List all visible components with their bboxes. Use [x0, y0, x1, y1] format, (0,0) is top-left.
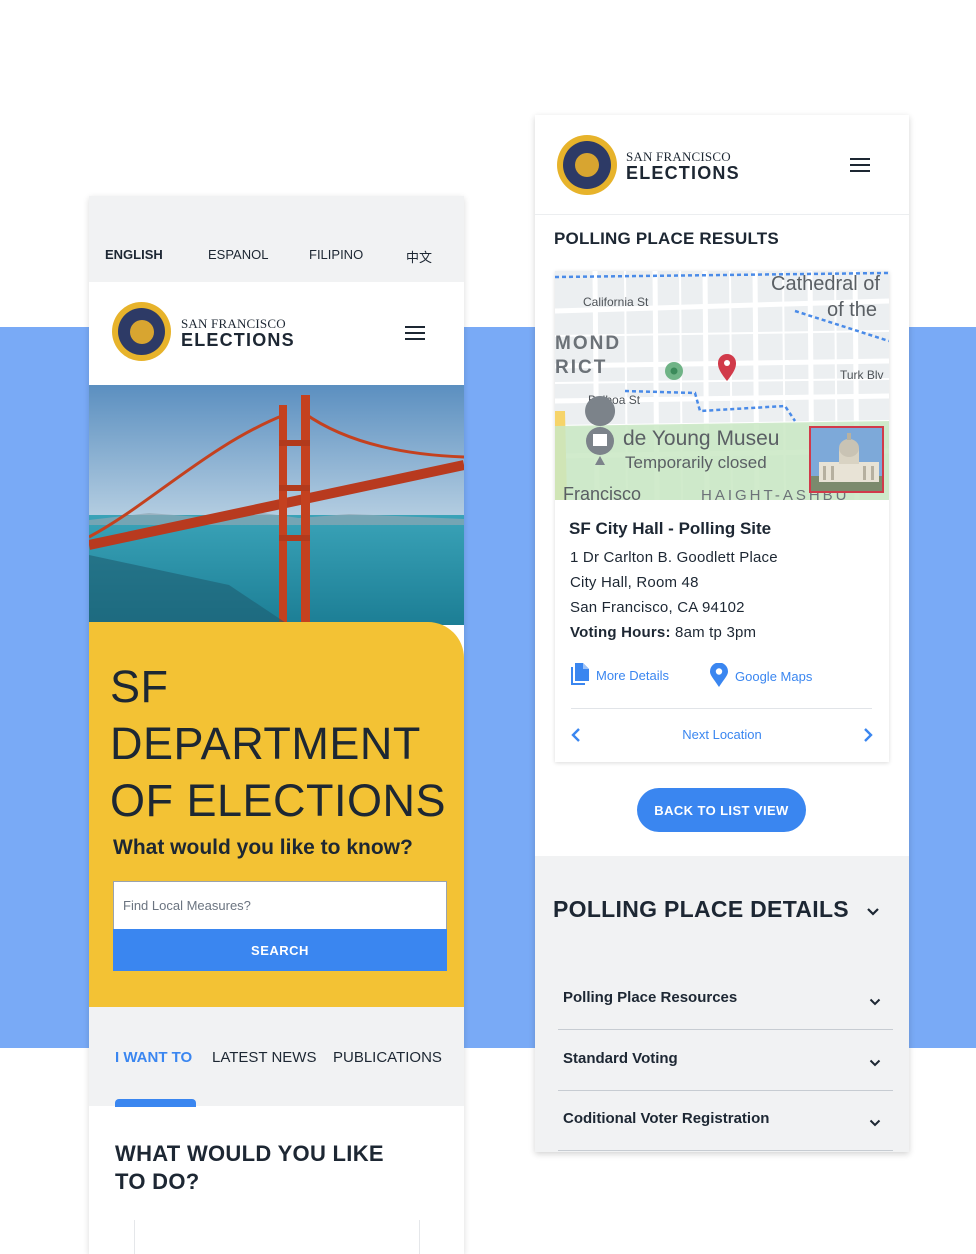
more-details-label: More Details — [596, 668, 669, 683]
accordion-label: Standard Voting — [563, 1050, 678, 1067]
tab-publications[interactable]: PUBLICATIONS — [333, 1049, 442, 1066]
city-hall-thumbnail[interactable] — [809, 426, 884, 493]
map-pin-icon — [710, 662, 728, 690]
page-title: SF DEPARTMENT OF ELECTIONS — [110, 661, 447, 826]
location-map[interactable]: California St MOND RICT Balboa St Cathed… — [555, 271, 889, 500]
search-prompt: What would you like to know? — [113, 836, 413, 859]
section-tabs: I WANT TO LATEST NEWS PUBLICATIONS — [89, 1007, 464, 1107]
map-label-closed: Temporarily closed — [625, 453, 767, 472]
search-input[interactable] — [113, 881, 447, 929]
chevron-down-icon[interactable] — [866, 904, 880, 922]
polling-place-details: POLLING PLACE DETAILS Polling Place Reso… — [535, 856, 909, 1152]
back-to-list-button[interactable]: BACK TO LIST VIEW — [637, 788, 806, 832]
active-tab-indicator — [115, 1099, 196, 1107]
polling-results-mockup: SAN FRANCISCO ELECTIONS POLLING PLACE RE… — [535, 115, 909, 1152]
accordion-standard-voting[interactable]: Standard Voting — [558, 1030, 893, 1091]
green-map-pin — [665, 362, 683, 380]
voting-hours-label: Voting Hours: — [570, 624, 671, 641]
language-bar: ENGLISH ESPANOL FILIPINO 中文 — [89, 196, 464, 282]
voting-hours: Voting Hours: 8am tp 3pm — [570, 624, 756, 641]
accordion-conditional-registration[interactable]: Coditional Voter Registration — [558, 1090, 893, 1151]
polling-site-card: California St MOND RICT Balboa St Cathed… — [555, 271, 889, 762]
hero-panel: SF DEPARTMENT OF ELECTIONS What would yo… — [89, 622, 464, 1007]
home-screen-mockup: ENGLISH ESPANOL FILIPINO 中文 SAN FRANCISC… — [89, 196, 464, 1254]
city-seal-logo[interactable] — [112, 302, 171, 361]
map-label-museum: de Young Museu — [623, 427, 779, 450]
polling-site-name: SF City Hall - Polling Site — [569, 519, 772, 538]
language-english[interactable]: ENGLISH — [105, 247, 163, 262]
chevron-down-icon — [869, 1054, 881, 1072]
accordion-polling-resources[interactable]: Polling Place Resources — [558, 969, 893, 1030]
language-filipino[interactable]: FILIPINO — [309, 247, 363, 262]
language-espanol[interactable]: ESPANOL — [208, 247, 268, 262]
map-label-richmond-1: MOND — [555, 333, 621, 354]
address-line-2: City Hall, Room 48 — [570, 574, 699, 591]
map-label-of-the: of the — [827, 299, 877, 321]
google-maps-label: Google Maps — [735, 669, 813, 684]
map-label-francisco: Francisco — [563, 484, 641, 500]
chevron-down-icon — [869, 1114, 881, 1132]
chevron-down-icon — [869, 993, 881, 1011]
results-title: POLLING PLACE RESULTS — [554, 229, 779, 248]
next-location-link[interactable]: Next Location — [555, 727, 889, 742]
accordion-label: Coditional Voter Registration — [563, 1110, 770, 1127]
action-card[interactable] — [134, 1220, 420, 1254]
map-label-california: California St — [583, 295, 649, 309]
map-label-turk: Turk Blv — [840, 368, 884, 382]
details-title[interactable]: POLLING PLACE DETAILS — [553, 896, 849, 923]
language-chinese[interactable]: 中文 — [406, 247, 432, 266]
google-maps-link[interactable]: Google Maps — [710, 662, 813, 690]
chevron-right-icon[interactable] — [862, 727, 874, 748]
hero-image-golden-gate — [89, 385, 464, 625]
site-header: SAN FRANCISCO ELECTIONS — [535, 115, 909, 215]
voting-hours-value: 8am tp 3pm — [675, 624, 757, 641]
brand-line-2: ELECTIONS — [626, 163, 740, 183]
more-details-link[interactable]: More Details — [571, 663, 669, 688]
site-header: SAN FRANCISCO ELECTIONS — [89, 282, 464, 385]
address-line-1: 1 Dr Carlton B. Goodlett Place — [570, 549, 778, 566]
map-label-cathedral: Cathedral of — [771, 273, 880, 295]
search-button[interactable]: SEARCH — [113, 929, 447, 971]
section-title: WHAT WOULD YOU LIKE TO DO? — [115, 1141, 384, 1194]
document-icon — [571, 663, 589, 688]
tab-i-want-to[interactable]: I WANT TO — [115, 1049, 192, 1066]
card-divider — [571, 708, 872, 709]
hamburger-icon[interactable] — [850, 158, 870, 172]
tab-latest-news[interactable]: LATEST NEWS — [212, 1049, 316, 1066]
brand-line-2: ELECTIONS — [181, 330, 295, 350]
accordion-label: Polling Place Resources — [563, 989, 738, 1006]
address-line-3: San Francisco, CA 94102 — [570, 599, 745, 616]
map-label-richmond-2: RICT — [555, 357, 607, 378]
city-seal-logo[interactable] — [557, 135, 617, 195]
hamburger-icon[interactable] — [405, 326, 425, 340]
